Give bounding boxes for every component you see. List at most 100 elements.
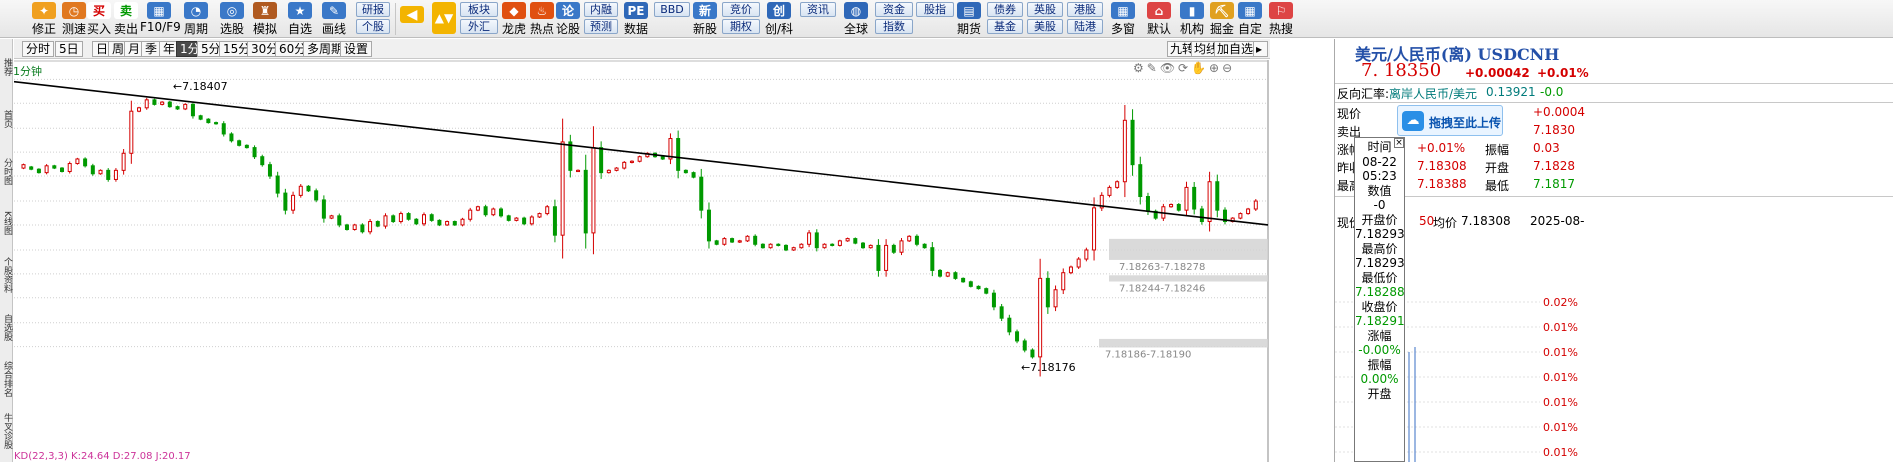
candle-body xyxy=(329,215,334,219)
candle-body xyxy=(914,235,919,245)
candle-body xyxy=(344,224,349,230)
candle-body xyxy=(537,213,542,218)
candle-body xyxy=(599,147,604,174)
info-value: 0.00% xyxy=(1360,372,1399,386)
toolbar-button-pe-data[interactable]: PE 数据 xyxy=(622,0,650,38)
candle-body xyxy=(260,156,265,166)
toolbar-pill[interactable]: 板块 xyxy=(460,2,498,17)
left-rail-tab[interactable]: K线图 xyxy=(1,201,12,245)
toolbar-pill[interactable]: 研报 xyxy=(356,2,390,17)
toolbar-button-wrench[interactable]: ✦ 修正 xyxy=(30,0,58,38)
toolbar-button-new-stock[interactable]: 新新股 xyxy=(690,0,720,38)
left-rail-tab[interactable]: 牛叉诊股 xyxy=(1,409,12,453)
toolbar-pill[interactable]: 竞价 xyxy=(722,2,760,17)
toolbar-button-chuangke[interactable]: 创创/科 xyxy=(762,0,796,38)
toolbar-pill[interactable]: 期权 xyxy=(722,19,760,34)
period-tab[interactable]: 分时 xyxy=(22,41,55,57)
info-label: 开盘价 xyxy=(1361,212,1398,227)
candle-body xyxy=(398,213,403,223)
toolbar-pill[interactable]: 资讯 xyxy=(800,2,836,17)
toolbar-pill[interactable]: 基金 xyxy=(987,19,1023,34)
candle-body xyxy=(321,199,326,219)
chart-area[interactable]: 7.181857.182067.182287.182497.182707.182… xyxy=(14,60,1270,462)
toolbar-button-custom[interactable]: ▦ 自定 xyxy=(1236,0,1264,38)
toolbar-button-dragon-tiger[interactable]: ◆ 龙虎 xyxy=(500,0,528,38)
toolbar-button-multi-window[interactable]: ▦ 多窗 xyxy=(1106,0,1140,38)
toolbar-pill[interactable]: 英股 xyxy=(1027,2,1063,17)
candle-body xyxy=(437,219,442,226)
panel-toggle-icon[interactable]: ▸ xyxy=(1253,41,1268,57)
toolbar-pill[interactable]: 预测 xyxy=(584,19,618,34)
toolbar-pill[interactable]: 个股 xyxy=(356,19,390,34)
toolbar-button-simulate[interactable]: ♜ 模拟 xyxy=(250,0,280,38)
toolbar-button-globe[interactable]: ◍ 全球 xyxy=(842,0,870,38)
candle-body xyxy=(1115,181,1120,188)
period-tab[interactable]: 5日 xyxy=(55,41,83,57)
toolbar-pill[interactable]: 资金 xyxy=(875,2,913,17)
candle-body xyxy=(352,224,357,230)
toolbar-button-futures[interactable]: ▤ 期货 xyxy=(955,0,983,38)
toolbar-button-select-stock[interactable]: ◎ 选股 xyxy=(216,0,248,38)
candle-body xyxy=(1215,181,1220,211)
toolbar-button-home[interactable]: ⌂ 默认 xyxy=(1144,0,1174,38)
left-rail-tab[interactable]: 首页 xyxy=(1,97,12,141)
reverse-rate-name[interactable]: 离岸人民币/美元 xyxy=(1389,85,1477,102)
chart-period-label: 1分钟 xyxy=(13,65,42,78)
toolbar-button-f10[interactable]: ▦ F10/F9 xyxy=(140,0,181,38)
left-rail-tab[interactable]: 分时图 xyxy=(1,149,12,193)
toolbar-button-dig-gold[interactable]: ⛏ 掘金 xyxy=(1208,0,1236,38)
up-button[interactable]: ▲▼ xyxy=(432,0,456,38)
toolbar-pill[interactable]: 内融 xyxy=(584,2,618,17)
low-annotation: ←7.18176 xyxy=(1021,361,1076,374)
toolbar-pill[interactable]: 指数 xyxy=(875,19,913,34)
toolbar-button-hot-search[interactable]: ⚐ 热搜 xyxy=(1266,0,1296,38)
candle-body xyxy=(1022,340,1027,351)
back-button[interactable]: ◀ xyxy=(399,0,425,38)
candle-body xyxy=(568,141,573,171)
period-tab[interactable]: 季 xyxy=(141,41,162,57)
info-value: 7.18293 xyxy=(1355,256,1405,270)
mini-axis-label: 0.01% xyxy=(1543,371,1578,384)
toolbar-button-buy[interactable]: 买买入 xyxy=(86,0,112,38)
candle-body xyxy=(930,247,935,271)
up-arrow-icon: ▲▼ xyxy=(432,2,456,34)
period-tab[interactable]: 设置 xyxy=(340,41,373,57)
toolbar-pill[interactable]: 陆港 xyxy=(1067,19,1103,34)
candlestick-chart[interactable]: 7.181857.182067.182287.182497.182707.182… xyxy=(14,60,1270,462)
drag-upload-button[interactable]: ☁ 拖拽至此上传 xyxy=(1397,105,1503,136)
chart-tool-icons[interactable]: ⚙✎👁⟳✋⊕⊖ xyxy=(1133,61,1235,75)
bbd-pill[interactable]: BBD xyxy=(654,2,690,17)
toolbar-button-discuss[interactable]: 论论股 xyxy=(554,0,582,38)
candle-body xyxy=(375,221,380,227)
period-right-button[interactable]: 加自选 xyxy=(1214,41,1257,57)
candle-body xyxy=(1038,277,1043,358)
cloud-upload-icon: ☁ xyxy=(1402,111,1424,131)
toolbar-button-draw-line[interactable]: ✎ 画线 xyxy=(318,0,350,38)
reverse-rate-row: 反向汇率: 离岸人民币/美元 0.13921 -0.0 xyxy=(1337,85,1564,102)
toolbar-pill[interactable]: 美股 xyxy=(1027,19,1063,34)
toolbar-pill[interactable]: 港股 xyxy=(1067,2,1103,17)
zone-label: 7.18244-7.18246 xyxy=(1119,284,1205,295)
home-icon: ⌂ xyxy=(1147,2,1171,19)
left-rail-tab[interactable]: 个股资料 xyxy=(1,253,12,297)
candle-body xyxy=(1253,200,1258,210)
toolbar-pill[interactable]: 股指 xyxy=(916,2,954,17)
candle-body xyxy=(29,166,34,170)
candle-body xyxy=(776,243,781,246)
candle-body xyxy=(52,165,57,169)
left-rail-tab[interactable]: 综合排名 xyxy=(1,357,12,401)
toolbar-button-speed[interactable]: ◷ 测速 xyxy=(60,0,88,38)
toolbar-pill[interactable]: 外汇 xyxy=(460,19,498,34)
left-rail-tab[interactable]: 推荐 xyxy=(1,45,12,89)
left-rail-tab[interactable]: 自选股 xyxy=(1,305,12,349)
main-toolbar: ✦ 修正 ◷ 测速买买入卖卖出 ▦ F10/F9 ◔ 周期 ◎ 选股 ♜ 模拟 ★ 自选 ✎ 画线 研报个股 ◀ ▲… xyxy=(0,0,1893,38)
toolbar-pill[interactable]: 债券 xyxy=(987,2,1023,17)
candle-body xyxy=(522,217,527,225)
toolbar-button-institution[interactable]: ▮ 机构 xyxy=(1178,0,1206,38)
toolbar-button-cycle[interactable]: ◔ 周期 xyxy=(180,0,212,38)
toolbar-button-sell[interactable]: 卖卖出 xyxy=(112,0,140,38)
toolbar-button-hotspot[interactable]: ♨ 热点 xyxy=(528,0,556,38)
speed-icon: ◷ xyxy=(62,2,86,19)
toolbar-button-favorites[interactable]: ★ 自选 xyxy=(284,0,316,38)
candle-body xyxy=(244,144,249,149)
